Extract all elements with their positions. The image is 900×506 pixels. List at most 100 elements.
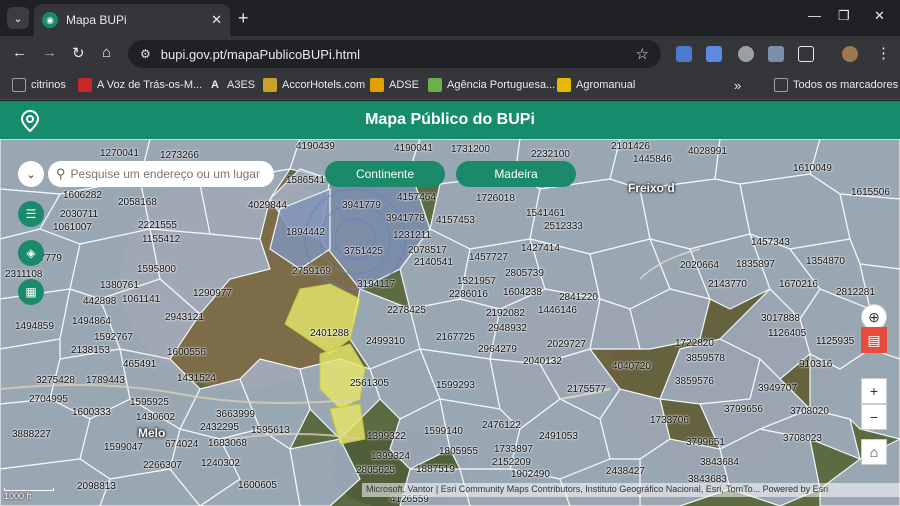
bookmark-item[interactable]: ADSE: [370, 78, 419, 92]
forward-icon[interactable]: →: [42, 44, 57, 61]
parcel-label: 1399324: [371, 451, 410, 462]
parcel-label: 1541461: [526, 208, 565, 219]
parcel-label: 1427414: [521, 243, 560, 254]
parcel-label: 1521957: [457, 276, 496, 287]
place-label: Freixo d: [628, 181, 675, 195]
parcel-label: 1155412: [142, 234, 181, 245]
parcel-label: 1615506: [851, 187, 890, 198]
parcel-label: 1061141: [122, 294, 161, 305]
collapse-panel-button[interactable]: ⌄: [18, 161, 44, 187]
parcel-label: 1600556: [167, 347, 206, 358]
url-text[interactable]: bupi.gov.pt/mapaPublicoBUPi.html: [161, 47, 636, 62]
all-bookmarks-label: Todos os marcadores: [793, 79, 899, 91]
parcel-label: 1887519: [416, 464, 455, 475]
bookmark-label: Agromanual: [576, 79, 636, 91]
parcel-label: 1726018: [476, 193, 515, 204]
continente-button[interactable]: Continente: [325, 161, 445, 187]
bookmark-label: A Voz de Trás-os-M...: [97, 79, 203, 91]
parcel-label: 2704995: [29, 394, 68, 405]
bookmark-item[interactable]: A A3ES: [208, 78, 255, 92]
basemap-grid-icon[interactable]: ▦: [18, 279, 44, 305]
parcel-label: 1445846: [633, 154, 672, 165]
parcel-label: 1273266: [160, 150, 199, 161]
browser-menu-icon[interactable]: ⋮: [876, 44, 891, 62]
bookmark-item[interactable]: Agência Portuguesa...: [428, 78, 555, 92]
extension-g-icon[interactable]: [738, 46, 754, 62]
bookmark-item[interactable]: A Voz de Trás-os-M...: [78, 78, 202, 92]
parcel-label: 3751425: [344, 246, 383, 257]
parcel-label: 1290977: [193, 288, 232, 299]
parcel-label: 1457343: [751, 237, 790, 248]
parcel-label: 1399322: [367, 431, 406, 442]
bupi-favicon-icon: ◉: [42, 12, 58, 28]
browser-tab[interactable]: ◉ Mapa BUPi ✕: [34, 4, 230, 36]
bookmark-label: Agência Portuguesa...: [447, 79, 556, 91]
pdf-export-icon[interactable]: ▤: [861, 327, 887, 353]
parcel-label: 1446146: [538, 305, 577, 316]
reload-icon[interactable]: ↻: [72, 44, 85, 62]
parcel-label: 2278425: [387, 305, 426, 316]
minimize-icon[interactable]: —: [808, 8, 821, 23]
extension-screen-icon[interactable]: [768, 46, 784, 62]
parcel-label: 1592767: [94, 332, 133, 343]
layers-icon[interactable]: ◈: [18, 240, 44, 266]
parcel-label: 2805625: [356, 465, 395, 476]
close-window-icon[interactable]: ✕: [874, 8, 885, 24]
parcel-label: 2058168: [118, 197, 157, 208]
bookmark-star-icon[interactable]: ☆: [636, 45, 649, 63]
back-icon[interactable]: ←: [12, 44, 27, 61]
parcel-label: 1586541: [286, 175, 325, 186]
scale-label: 1000 ft: [4, 491, 32, 501]
search-input[interactable]: [70, 167, 261, 181]
parcel-label: 1430602: [136, 412, 175, 423]
address-bar[interactable]: ⚙ bupi.gov.pt/mapaPublicoBUPi.html ☆: [128, 40, 661, 68]
parcel-label: 2286016: [449, 289, 488, 300]
home-icon[interactable]: ⌂: [102, 44, 111, 61]
list-icon[interactable]: ☰: [18, 201, 44, 227]
parcel-label: 2029727: [547, 339, 586, 350]
new-tab-button[interactable]: +: [238, 8, 249, 29]
parcel-label: 1061007: [53, 222, 92, 233]
parcel-label: 2512333: [544, 221, 583, 232]
apa-icon: [428, 78, 442, 92]
profile-avatar[interactable]: [842, 46, 858, 62]
parcel-label: 2311108: [5, 269, 43, 280]
bookmark-label: A3ES: [227, 79, 256, 91]
page-title: Mapa Público do BUPi: [365, 111, 535, 128]
bookmark-item[interactable]: AccorHotels.com: [263, 78, 365, 92]
bookmark-item[interactable]: Agromanual: [557, 78, 635, 92]
parcel-label: 3275428: [36, 375, 75, 386]
parcel-label: 442898: [83, 296, 117, 307]
all-bookmarks-button[interactable]: Todos os marcadores: [774, 78, 898, 92]
more-bookmarks-button[interactable]: »: [734, 78, 741, 93]
extension-shield-icon[interactable]: [676, 46, 692, 62]
site-info-icon[interactable]: ⚙: [140, 47, 151, 61]
bookmark-item[interactable]: citrinos: [12, 78, 66, 92]
home-extent-icon[interactable]: ⌂: [861, 439, 887, 465]
extensions-puzzle-icon[interactable]: [798, 46, 814, 62]
parcel-label: 2221555: [138, 220, 177, 231]
parcel-label: 3859576: [675, 376, 714, 387]
map-view[interactable]: 1270041 1273266 4190439 4190041 1731200 …: [0, 139, 900, 506]
zoom-out-button[interactable]: −: [861, 404, 887, 430]
parcel-label: 3663999: [216, 409, 255, 420]
extension-document-icon[interactable]: [706, 46, 722, 62]
parcel-label: 3888227: [12, 429, 51, 440]
adse-icon: [370, 78, 384, 92]
close-tab-icon[interactable]: ✕: [211, 12, 222, 28]
parcel-label: 910316: [799, 359, 833, 370]
parcel-label: 4157453: [436, 215, 475, 226]
bookmark-label: citrinos: [31, 79, 66, 91]
parcel-label: 2138153: [71, 345, 110, 356]
browser-tab-strip: ⌄ ◉ Mapa BUPi ✕ + — ❐ ✕: [0, 0, 900, 36]
parcel-label: 4040720: [612, 361, 651, 372]
parcel-label: 1457727: [469, 252, 508, 263]
parcel-label: 4190439: [296, 141, 335, 152]
madeira-button[interactable]: Madeira: [456, 161, 576, 187]
search-box[interactable]: ⚲: [48, 161, 274, 187]
parcel-label: 1125935: [816, 336, 855, 347]
zoom-in-button[interactable]: +: [861, 378, 887, 404]
parcel-label: 1270041: [100, 148, 139, 159]
restore-icon[interactable]: ❐: [838, 8, 850, 24]
tab-search-button[interactable]: ⌄: [7, 7, 29, 29]
